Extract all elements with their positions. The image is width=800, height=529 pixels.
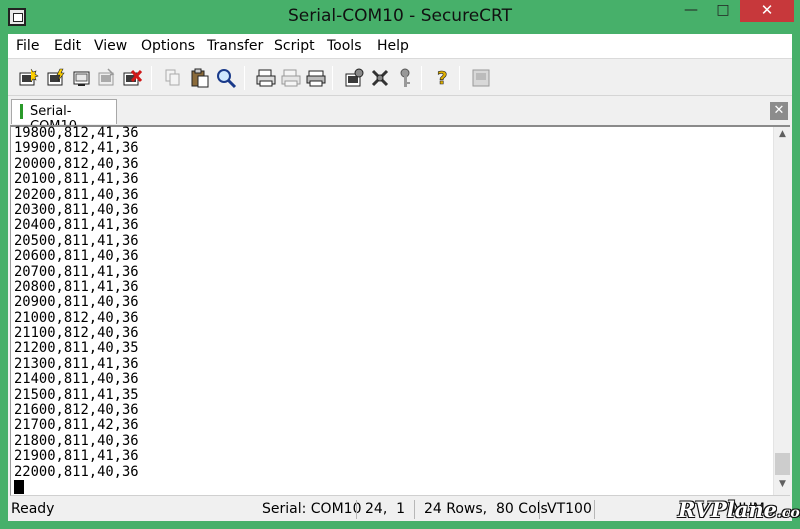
terminal-line: 22000,811,40,36 [14,463,139,480]
menu-view[interactable]: View [94,38,127,54]
minimize-button[interactable]: — [676,0,706,22]
terminal-line: 20200,811,40,36 [14,186,139,203]
terminal-line: 20800,811,41,36 [14,278,139,295]
status-bar: Ready Serial: COM10 24, 1 24 Rows, 80 Co… [8,498,792,521]
terminal-line: 21200,811,40,35 [14,340,139,357]
reconnect-icon[interactable] [96,67,118,89]
watermark-logo: RVPlane.com [678,497,800,522]
terminal-line: 21400,811,40,36 [14,371,139,388]
find-icon[interactable] [215,67,237,89]
terminal-line: 19800,812,41,36 [14,126,139,141]
svg-text:?: ? [437,68,447,89]
connect-in-tab-icon[interactable] [71,67,93,89]
status-connection: Serial: COM10 [262,501,362,517]
print-selection-icon[interactable] [280,67,302,89]
menu-transfer[interactable]: Transfer [207,38,263,54]
terminal-line: 21800,811,40,36 [14,432,139,449]
scrollbar-thumb[interactable] [775,453,790,475]
quick-connect-icon[interactable] [45,67,67,89]
key-agent-icon[interactable] [394,67,416,89]
toolbar: ? [8,60,792,96]
tab-status-indicator [20,104,23,119]
terminal-line: 21000,812,40,36 [14,309,139,326]
menu-tools[interactable]: Tools [327,38,362,54]
terminal-line: 21600,812,40,36 [14,402,139,419]
title-bar[interactable]: Serial-COM10 - SecureCRT — □ ✕ [0,0,800,34]
terminal-line: 20100,811,41,36 [14,171,139,188]
terminal-line: 20500,811,41,36 [14,232,139,249]
sftp-icon[interactable] [470,67,492,89]
connect-icon[interactable] [17,67,39,89]
terminal-output: 19800,812,41,36 19900,812,41,36 20000,812,… [14,126,764,494]
client-area: File Edit View Options Transfer Script T… [8,34,792,521]
paste-icon[interactable] [189,67,211,89]
vertical-scrollbar[interactable]: ▲ ▼ [773,127,790,495]
terminal-line: 21900,811,41,36 [14,448,139,465]
terminal-line: 20400,811,41,36 [14,217,139,234]
status-ready: Ready [11,501,55,517]
keymap-icon[interactable] [369,67,391,89]
securecrt-window: Serial-COM10 - SecureCRT — □ ✕ File Edit… [0,0,800,529]
close-button[interactable]: ✕ [740,0,794,22]
menu-bar: File Edit View Options Transfer Script T… [8,34,792,59]
close-tab-button[interactable]: ✕ [770,102,788,120]
scroll-down-button[interactable]: ▼ [774,479,791,493]
session-options-icon[interactable] [343,67,365,89]
tab-serial-com10[interactable]: Serial-COM10 [11,99,117,134]
menu-edit[interactable]: Edit [54,38,81,54]
menu-file[interactable]: File [16,38,39,54]
terminal-view[interactable]: 19800,812,41,36 19900,812,41,36 20000,812,… [10,125,790,496]
terminal-line: 21100,812,40,36 [14,325,139,342]
terminal-line: 19900,812,41,36 [14,140,139,157]
terminal-line: 20600,811,40,36 [14,248,139,265]
terminal-line: 20900,811,40,36 [14,294,139,311]
terminal-line: 20700,811,41,36 [14,263,139,280]
status-cursor-position: 24, 1 [365,501,406,517]
terminal-cursor [14,479,24,494]
disconnect-icon[interactable] [121,67,143,89]
terminal-line: 21700,811,42,36 [14,417,139,434]
copy-icon[interactable] [162,67,184,89]
print-preview-icon[interactable] [305,67,327,89]
terminal-prompt-line [14,479,764,494]
tab-bar: Serial-COM10 ✕ [8,97,792,134]
terminal-line: 20000,812,40,36 [14,155,139,172]
status-emulation: VT100 [547,501,592,517]
terminal-line: 21300,811,41,36 [14,355,139,372]
status-terminal-size: 24 Rows, 80 Cols [424,501,548,517]
scroll-up-button[interactable]: ▲ [774,129,791,143]
menu-script[interactable]: Script [274,38,315,54]
terminal-line: 20300,811,40,36 [14,201,139,218]
print-icon[interactable] [255,67,277,89]
help-icon[interactable]: ? [432,67,454,89]
menu-help[interactable]: Help [377,38,409,54]
terminal-line: 21500,811,41,35 [14,386,139,403]
menu-options[interactable]: Options [141,38,195,54]
maximize-button[interactable]: □ [706,0,740,22]
